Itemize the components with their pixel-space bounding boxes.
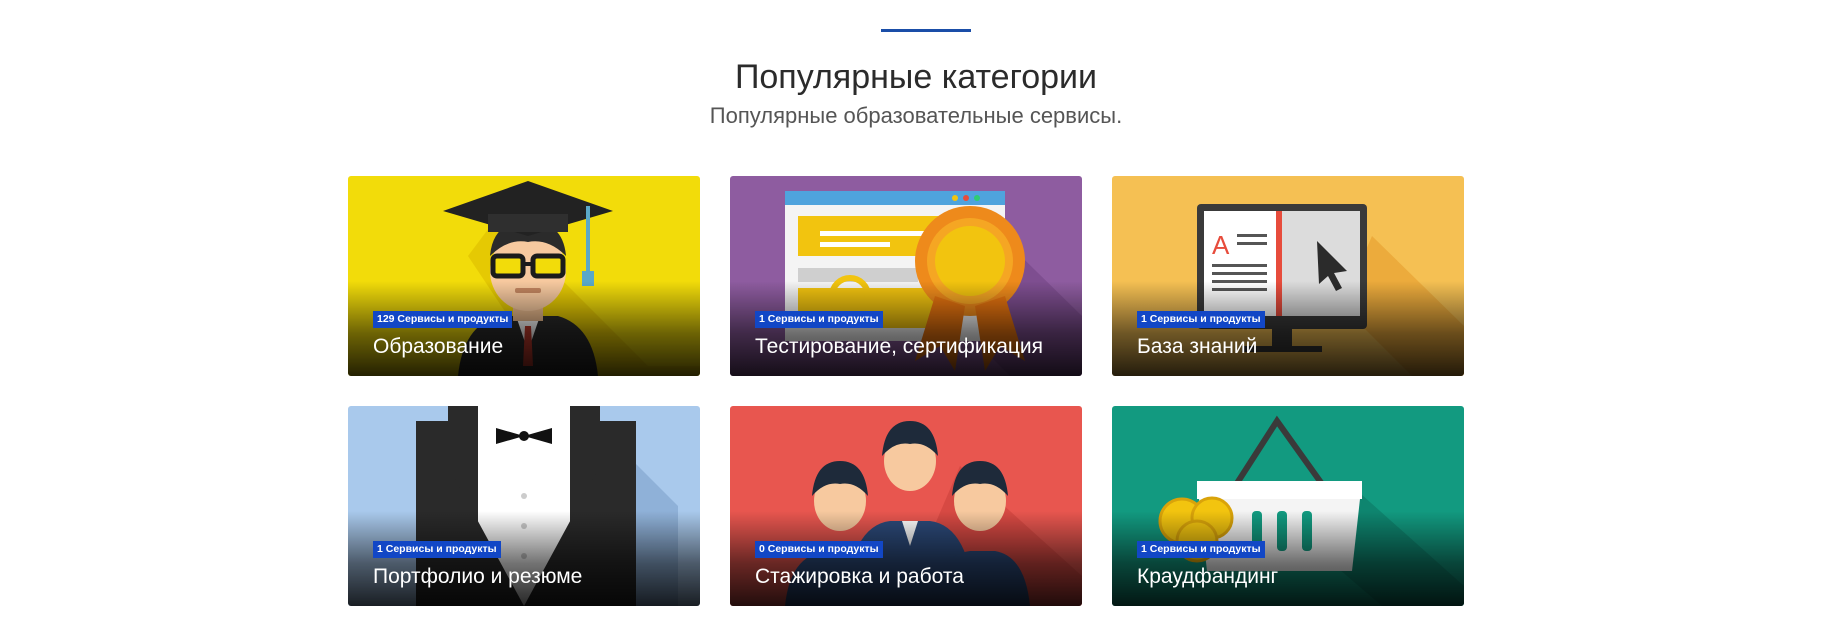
- category-card-portfolio[interactable]: 1 Сервисы и продукты Портфолио и резюме: [348, 406, 700, 606]
- category-count-badge: 1 Сервисы и продукты: [373, 541, 501, 558]
- category-count-badge: 1 Сервисы и продукты: [1137, 311, 1265, 328]
- category-count-badge: 0 Сервисы и продукты: [755, 541, 883, 558]
- card-shade: [1112, 511, 1464, 606]
- category-title: Тестирование, сертификация: [755, 335, 1044, 358]
- category-title: Стажировка и работа: [755, 565, 964, 588]
- svg-text:A: A: [1212, 230, 1230, 260]
- category-card-internship[interactable]: 0 Сервисы и продукты Стажировка и работа: [730, 406, 1082, 606]
- category-card-crowdfunding[interactable]: 1 Сервисы и продукты Краудфандинг: [1112, 406, 1464, 606]
- category-card-knowledge[interactable]: A 1 Сервисы и продукты База знаний: [1112, 176, 1464, 376]
- divider-accent: [881, 29, 971, 32]
- category-card-education[interactable]: 129 Сервисы и продукты Образование: [348, 176, 700, 376]
- card-shade: [730, 511, 1082, 606]
- category-title: Образование: [373, 335, 504, 358]
- card-shade: [348, 281, 700, 376]
- category-title: Портфолио и резюме: [373, 565, 583, 588]
- section-title: Популярные категории: [734, 58, 1098, 96]
- section-divider: [881, 29, 971, 32]
- category-title: База знаний: [1137, 335, 1258, 358]
- section-subtitle: Популярные образовательные сервисы.: [709, 103, 1123, 128]
- category-title: Краудфандинг: [1137, 565, 1279, 588]
- category-count-badge: 129 Сервисы и продукты: [373, 311, 513, 328]
- category-card-testing[interactable]: 1 Сервисы и продукты Тестирование, серти…: [730, 176, 1082, 376]
- card-shade: [348, 511, 700, 606]
- card-shade: [730, 281, 1082, 376]
- category-count-badge: 1 Сервисы и продукты: [1137, 541, 1265, 558]
- category-count-badge: 1 Сервисы и продукты: [755, 311, 883, 328]
- card-shade: [1112, 281, 1464, 376]
- category-grid: 129 Сервисы и продукты Образование 1 Сер…: [348, 176, 1484, 606]
